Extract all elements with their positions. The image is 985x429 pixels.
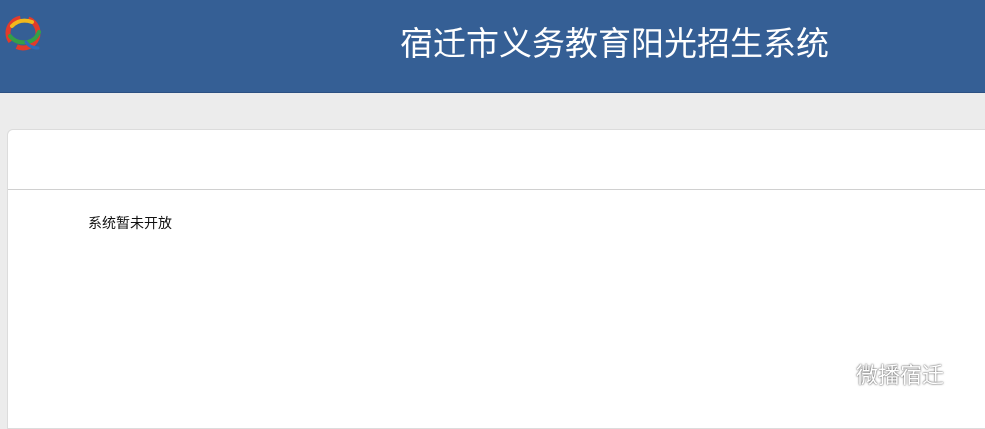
page-title: 宿迁市义务教育阳光招生系统 [400, 24, 829, 63]
header-bar: 宿迁市义务教育阳光招生系统 [0, 0, 985, 93]
wechat-icon [813, 361, 848, 389]
status-message: 系统暂未开放 [88, 216, 172, 232]
watermark-text: 微播宿迁 [856, 364, 945, 389]
swirl-logo-icon [5, 15, 41, 51]
panel-heading [8, 130, 985, 190]
watermark: 微播宿迁 [812, 356, 944, 392]
header-separator [0, 93, 985, 130]
